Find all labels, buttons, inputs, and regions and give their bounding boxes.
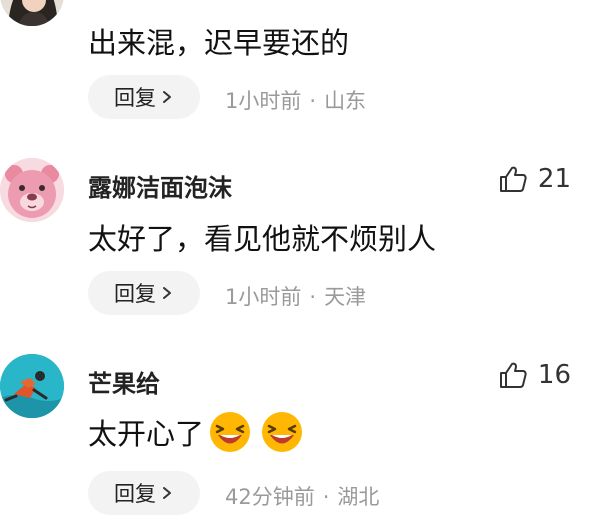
reply-button[interactable]: 回复 [88, 471, 200, 515]
comment-text-row: 太开心了 [88, 410, 304, 454]
woman-photo-avatar-icon [0, 0, 64, 26]
comment-list: 出来混，迟早要还的 回复 1小时前 · 山东 露娜洁面泡沫 21 太好了，看见他… [0, 0, 615, 517]
like-button[interactable]: 16 [498, 360, 571, 390]
avatar[interactable] [0, 158, 64, 222]
comment-text: 太好了，看见他就不烦别人 [88, 222, 437, 256]
like-count: 16 [537, 360, 571, 390]
thumbs-up-icon [499, 362, 527, 388]
reply-label: 回复 [114, 282, 156, 306]
comment-location: 湖北 [337, 485, 380, 509]
comment-location: 天津 [324, 285, 367, 309]
meta-separator: · [322, 485, 330, 509]
reply-label: 回复 [114, 86, 156, 110]
comment-time: 42分钟前 [225, 485, 315, 509]
comment-time: 1小时前 [225, 89, 302, 113]
pink-bear-avatar-icon [0, 158, 64, 222]
comment-meta: 1小时前 · 天津 [225, 281, 366, 311]
comment-text: 太开心了 [88, 417, 205, 451]
like-button[interactable]: 21 [498, 164, 571, 194]
like-count: 21 [537, 164, 571, 194]
comment-location: 山东 [324, 89, 367, 113]
snorkel-swimmer-avatar-icon [0, 354, 64, 418]
laughing-face-emoji-icon [262, 412, 303, 452]
avatar[interactable] [0, 354, 64, 418]
laughing-face-emoji-icon [210, 412, 251, 452]
comment-text: 出来混，迟早要还的 [88, 26, 350, 60]
chevron-right-icon [163, 487, 171, 499]
comment-meta: 1小时前 · 山东 [225, 85, 366, 115]
meta-separator: · [309, 285, 317, 309]
chevron-right-icon [163, 287, 171, 299]
reply-button[interactable]: 回复 [88, 75, 200, 119]
comment-meta: 42分钟前 · 湖北 [225, 481, 379, 511]
reply-button[interactable]: 回复 [88, 271, 200, 315]
meta-separator: · [309, 89, 317, 113]
avatar[interactable] [0, 0, 64, 26]
username[interactable]: 露娜洁面泡沫 [88, 168, 232, 203]
comment-time: 1小时前 [225, 285, 302, 309]
chevron-right-icon [163, 91, 171, 103]
username[interactable]: 芒果给 [88, 364, 160, 399]
reply-label: 回复 [114, 482, 156, 506]
thumbs-up-icon [499, 166, 527, 192]
